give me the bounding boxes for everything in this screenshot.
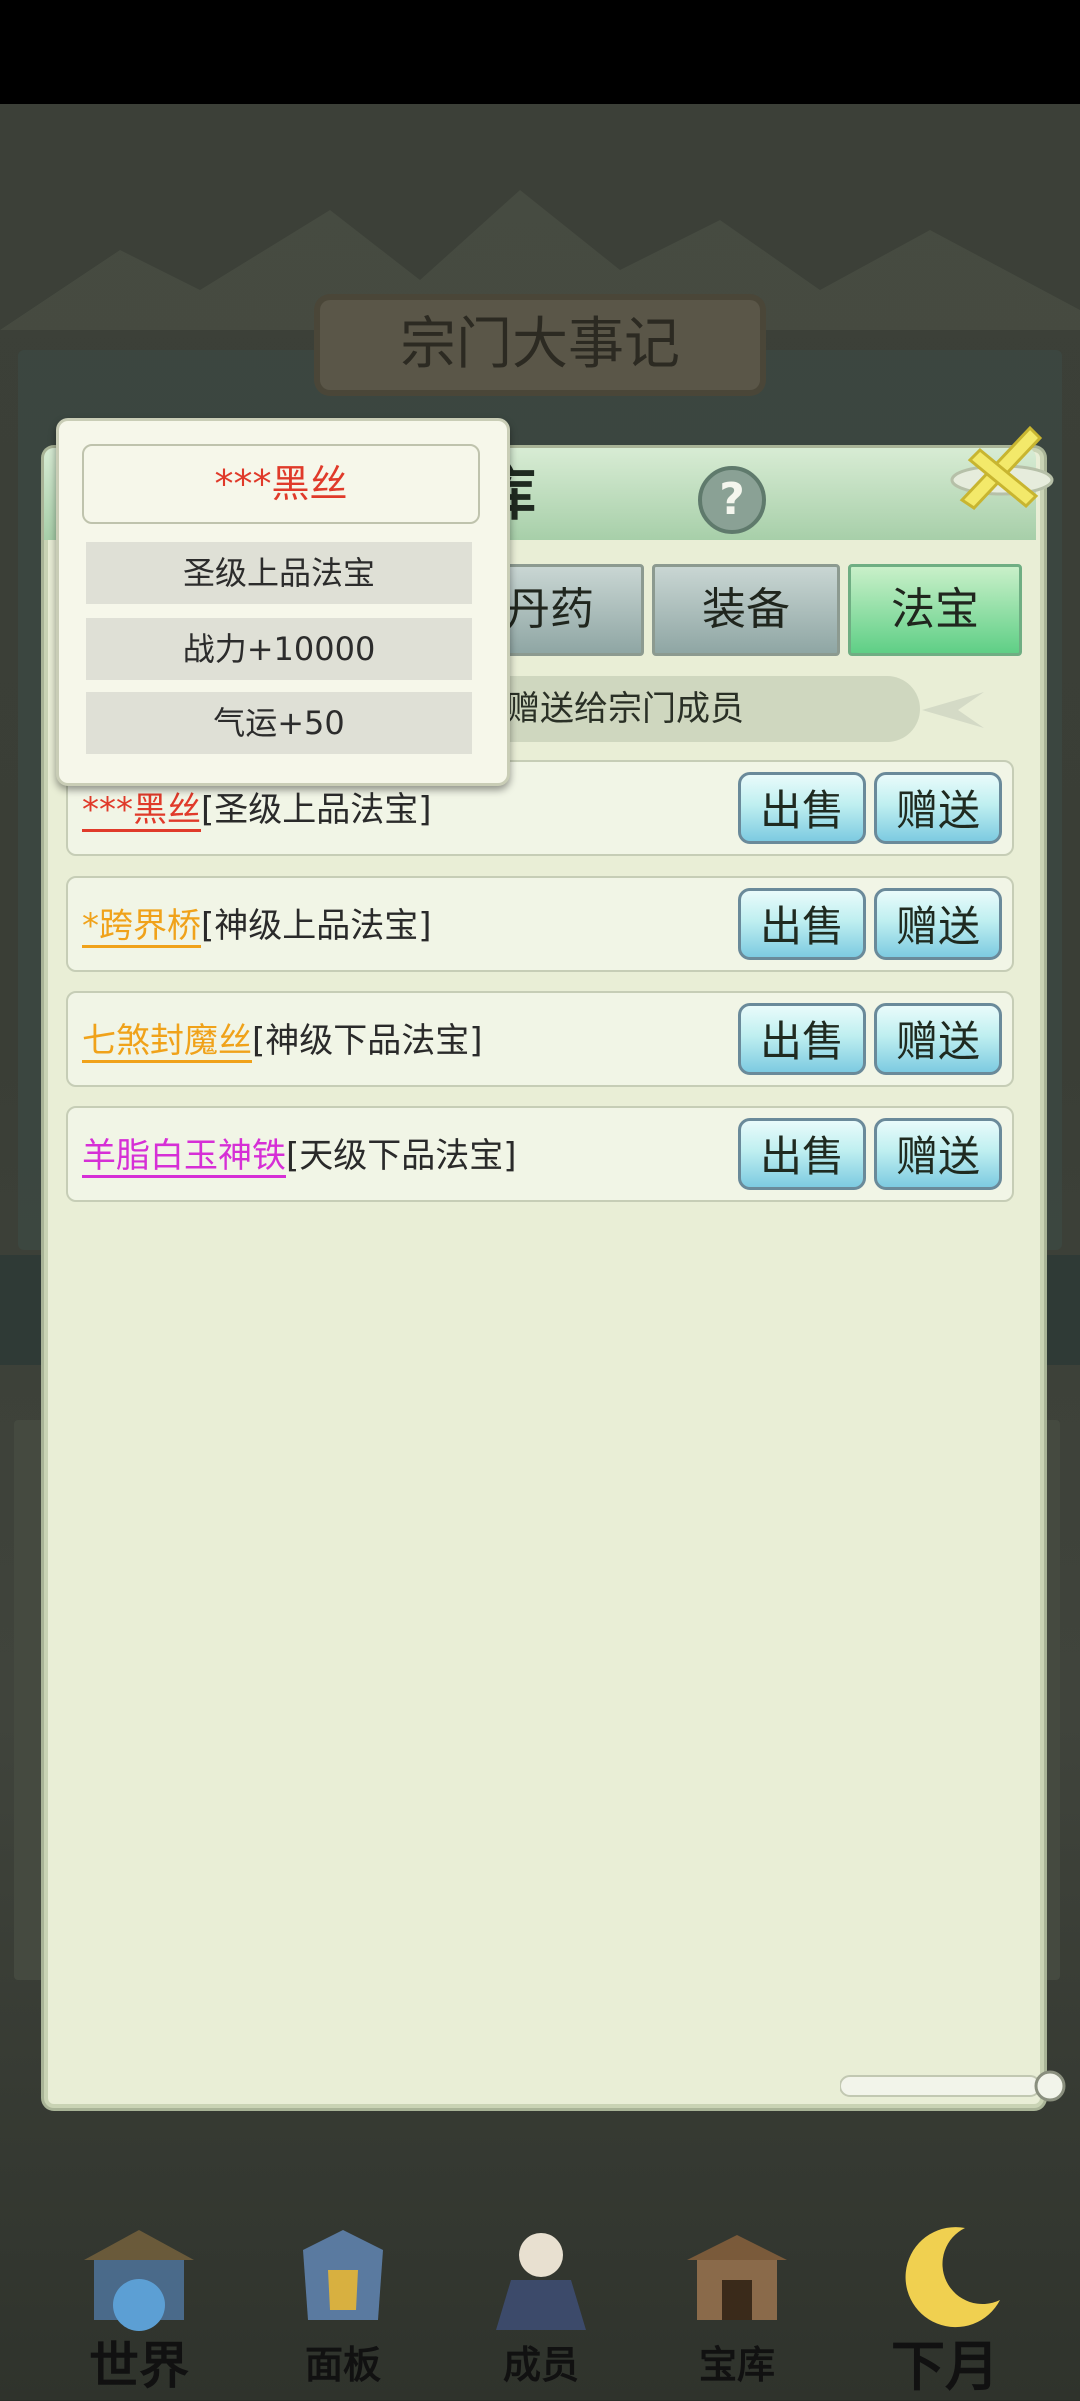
nav-panel[interactable]: 面板 <box>268 2210 418 2387</box>
moon-icon <box>905 2227 1000 2328</box>
item-grade: [圣级上品法宝] <box>201 790 432 830</box>
tooltip-luck: 气运+50 <box>86 692 472 754</box>
palace-icon <box>84 2230 194 2331</box>
sell-button[interactable]: 出售 <box>738 1118 866 1190</box>
list-item: 羊脂白玉神铁[天级下品法宝] 出售 赠送 <box>66 1106 1014 1202</box>
nav-treasury[interactable]: 宝库 <box>662 2210 812 2387</box>
treasury-icon <box>687 2235 787 2320</box>
nav-world[interactable]: 世界 <box>64 2210 214 2395</box>
item-name[interactable]: 七煞封魔丝 <box>82 1021 252 1061</box>
nav-label: 宝库 <box>698 2342 775 2387</box>
gift-button[interactable]: 赠送 <box>874 1118 1002 1190</box>
nav-label: 下月 <box>891 2334 999 2398</box>
nav-next-month[interactable]: 下月 <box>870 2210 1020 2398</box>
nav-label: 成员 <box>502 2342 579 2387</box>
arrow-decoration-icon <box>922 692 984 728</box>
sell-button[interactable]: 出售 <box>738 888 866 960</box>
status-bar <box>0 0 1080 104</box>
disciple-icon <box>496 2233 586 2330</box>
tooltip-grade: 圣级上品法宝 <box>86 542 472 604</box>
tooltip-item-name: ***黑丝 <box>82 444 480 524</box>
item-grade: [天级下品法宝] <box>286 1136 517 1176</box>
help-button[interactable]: ? <box>698 466 766 534</box>
gift-button[interactable]: 赠送 <box>874 888 1002 960</box>
nav-label: 面板 <box>304 2342 381 2387</box>
tab-treasure[interactable]: 法宝 <box>848 564 1022 656</box>
item-name[interactable]: ***黑丝 <box>82 790 201 830</box>
close-icon[interactable] <box>940 410 1060 520</box>
scroll-end-decoration <box>840 2070 1066 2102</box>
gift-button[interactable]: 赠送 <box>874 1003 1002 1075</box>
tab-equipment[interactable]: 装备 <box>652 564 840 656</box>
list-item: *跨界桥[神级上品法宝] 出售 赠送 <box>66 876 1014 972</box>
gift-button[interactable]: 赠送 <box>874 772 1002 844</box>
sell-button[interactable]: 出售 <box>738 1003 866 1075</box>
gift-hint: 赠送给宗门成员 <box>466 676 920 742</box>
nav-label: 世界 <box>89 2336 189 2395</box>
list-item: 七煞封魔丝[神级下品法宝] 出售 赠送 <box>66 991 1014 1087</box>
tooltip-power: 战力+10000 <box>86 618 472 680</box>
nav-members[interactable]: 成员 <box>466 2210 616 2387</box>
armor-icon <box>303 2230 383 2320</box>
item-grade: [神级下品法宝] <box>252 1021 483 1061</box>
background-title: 宗门大事记 <box>400 312 680 377</box>
item-name[interactable]: *跨界桥 <box>82 906 201 946</box>
item-grade: [神级上品法宝] <box>201 906 432 946</box>
sell-button[interactable]: 出售 <box>738 772 866 844</box>
item-name[interactable]: 羊脂白玉神铁 <box>82 1136 286 1176</box>
